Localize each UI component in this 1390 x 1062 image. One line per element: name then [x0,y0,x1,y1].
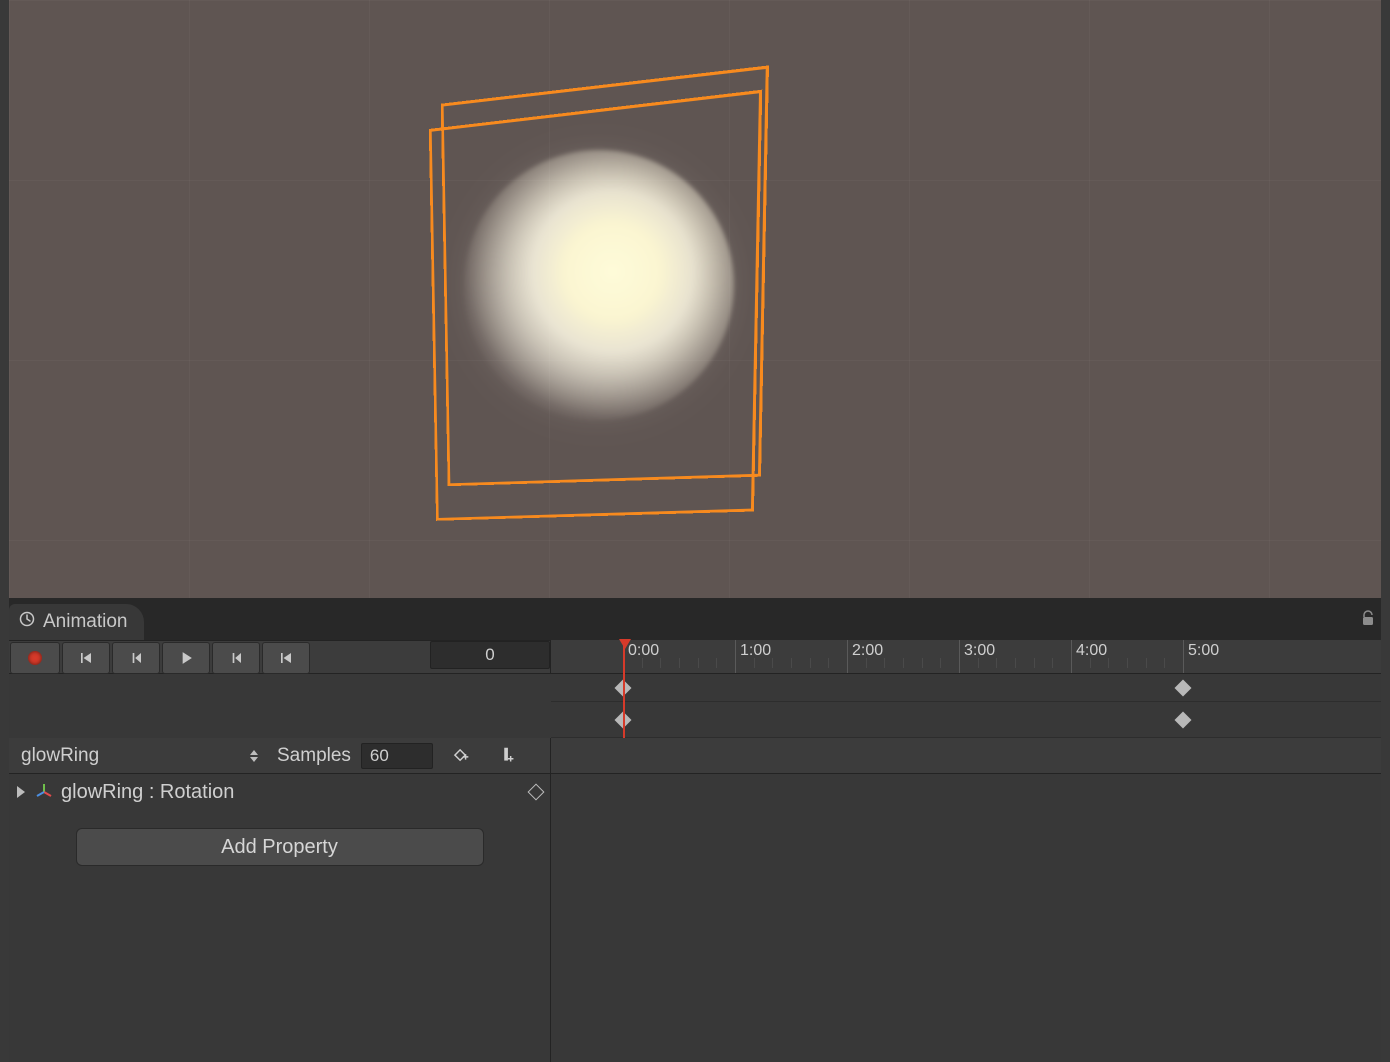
keyframe-diamond[interactable] [1175,711,1192,728]
ruler-tick-minor [1090,658,1091,668]
add-event-button[interactable] [489,742,525,770]
property-row-rotation[interactable]: glowRing : Rotation [9,774,550,810]
ruler-tick-minor [1146,658,1147,668]
samples-label: Samples [277,745,351,767]
clock-icon [19,611,35,633]
ruler-label: 4:00 [1076,642,1107,660]
foldout-icon[interactable] [17,786,25,798]
ruler-tick-major: 3:00 [959,640,960,673]
clip-dropdown[interactable]: glowRing [11,741,269,771]
clip-name: glowRing [21,745,99,767]
ruler-tick-minor [791,658,792,668]
property-track-rotation[interactable] [551,702,1381,738]
ruler-label: 1:00 [740,642,771,660]
updown-icon [249,750,259,762]
ruler-tick-minor [828,658,829,668]
current-frame-field[interactable]: 0 [430,641,550,669]
next-keyframe-button[interactable] [212,642,260,674]
summary-track[interactable] [551,674,1381,702]
ruler-tick-minor [978,658,979,668]
samples-field[interactable]: 60 [361,743,433,769]
animation-panel: Animation [9,598,1381,1062]
timeline-body[interactable] [551,774,1381,1062]
ruler-tick-minor [772,658,773,668]
keyframe-diamond[interactable] [1175,679,1192,696]
ruler-tick-minor [716,658,717,668]
timeline-ruler[interactable]: 0:00 1:00 2:00 3:00 4:00 5:00 [551,640,1381,674]
ruler-tick-minor [884,658,885,668]
ruler-tick-minor [642,658,643,668]
ruler-tick-minor [903,658,904,668]
prev-keyframe-button[interactable] [112,642,160,674]
play-button[interactable] [162,642,210,674]
ruler-tick-minor [1015,658,1016,668]
goto-start-button[interactable] [62,642,110,674]
add-property-label: Add Property [221,836,338,859]
ruler-tick-minor [940,658,941,668]
property-list: glowRing : Rotation Add Property [9,774,551,1062]
add-keyframe-button[interactable] [443,742,479,770]
keyframe-indicator-icon[interactable] [528,784,545,801]
ruler-label: 2:00 [852,642,883,660]
lock-icon[interactable] [1361,610,1375,631]
goto-end-button[interactable] [262,642,310,674]
ruler-tick-minor [1108,658,1109,668]
record-icon [28,651,42,665]
scene-view[interactable] [9,0,1381,598]
ruler-tick-minor [754,658,755,668]
ruler-tick-minor [1052,658,1053,668]
ruler-tick-minor [1164,658,1165,668]
ruler-label: 0:00 [628,642,659,660]
ruler-tick-minor [660,658,661,668]
ruler-tick-minor [698,658,699,668]
transform-axis-icon [35,783,53,801]
ruler-tick-minor [1034,658,1035,668]
tab-label: Animation [43,611,128,633]
add-property-button[interactable]: Add Property [76,828,484,866]
ruler-tick-minor [866,658,867,668]
ruler-tick-major: 4:00 [1071,640,1072,673]
panel-tab-bar: Animation [9,598,1381,640]
ruler-tick-minor [996,658,997,668]
tab-animation[interactable]: Animation [9,604,144,640]
selected-quad-front[interactable] [429,90,762,521]
current-frame-value: 0 [485,645,494,665]
ruler-label: 3:00 [964,642,995,660]
ruler-tick-major: 2:00 [847,640,848,673]
ruler-label: 5:00 [1188,642,1219,660]
ruler-tick-minor [679,658,680,668]
ruler-tick-major: 1:00 [735,640,736,673]
ruler-tick-minor [810,658,811,668]
playhead[interactable] [623,640,625,738]
property-label: glowRing : Rotation [61,781,234,804]
record-button[interactable] [10,642,60,674]
samples-value: 60 [370,746,389,766]
ruler-tick-major: 5:00 [1183,640,1184,673]
ruler-tick-minor [922,658,923,668]
ruler-tick-minor [1127,658,1128,668]
